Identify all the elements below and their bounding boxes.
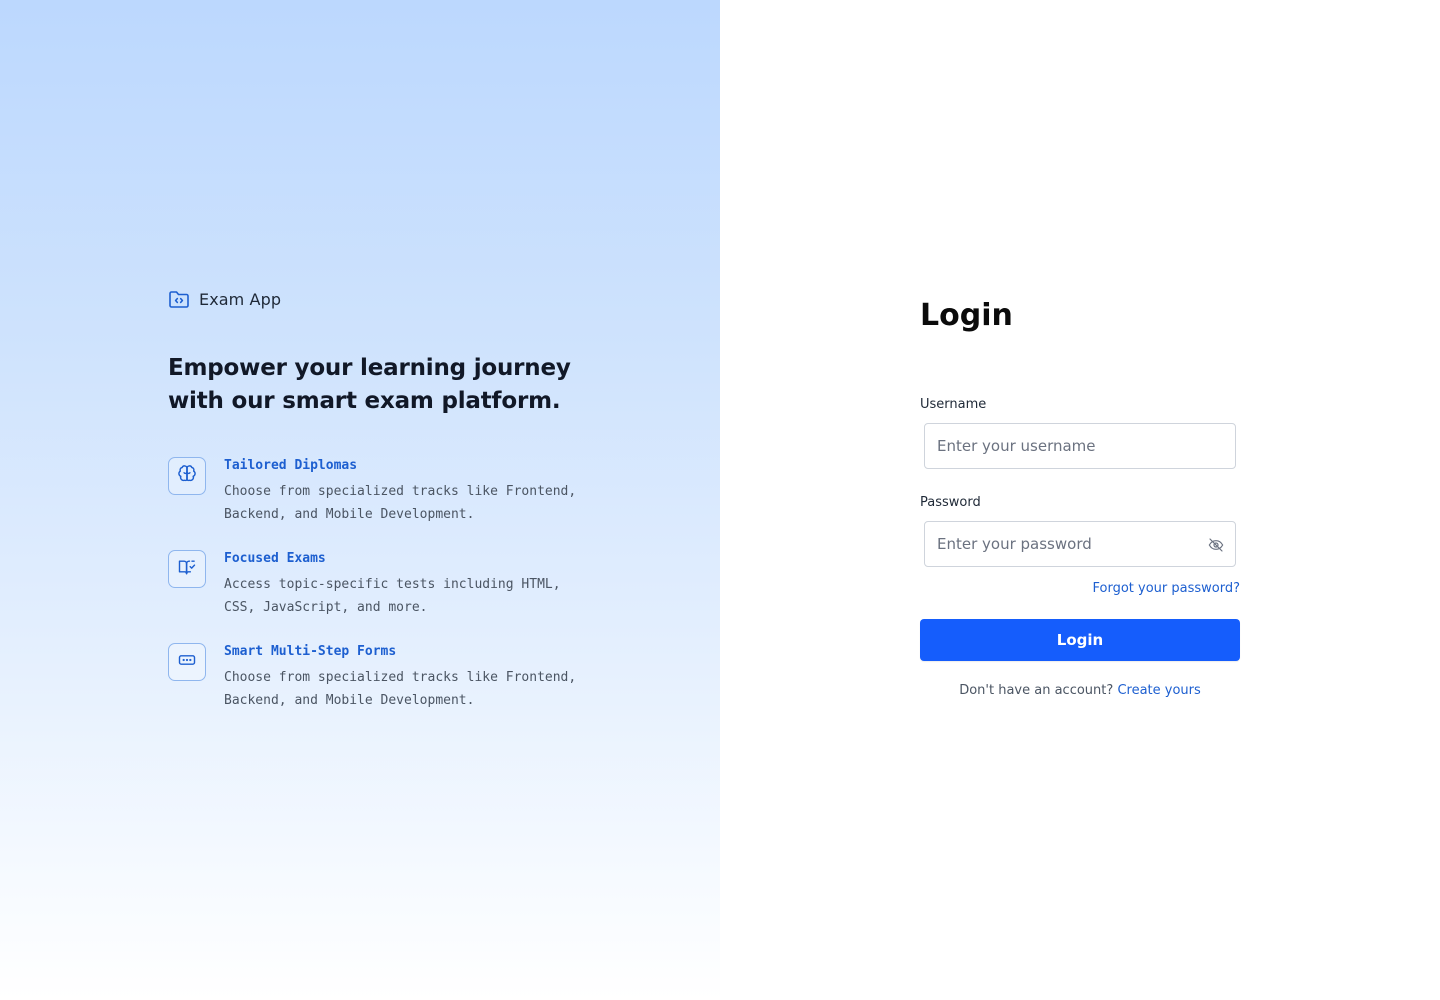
login-page: Exam App Empower your learning journey w… xyxy=(0,0,1440,1000)
feature-description: Choose from specialized tracks like Fron… xyxy=(224,670,577,708)
login-button[interactable]: Login xyxy=(920,619,1240,661)
feature-list: Tailored Diplomas Choose from specialize… xyxy=(168,456,588,735)
feature-title: Focused Exams xyxy=(224,551,326,566)
feature-icon-box xyxy=(168,550,206,588)
feature-item-smart-forms: Smart Multi-Step Forms Choose from speci… xyxy=(168,642,588,735)
feature-title: Smart Multi-Step Forms xyxy=(224,644,397,659)
hero-headline: Empower your learning journey with our s… xyxy=(168,355,571,414)
signup-prompt: Don't have an account? Create yours xyxy=(920,683,1240,698)
eye-off-icon[interactable] xyxy=(1205,534,1227,556)
feature-item-tailored-diplomas: Tailored Diplomas Choose from specialize… xyxy=(168,456,588,549)
feature-title: Tailored Diplomas xyxy=(224,458,358,473)
feature-description: Access topic-specific tests including HT… xyxy=(224,577,561,615)
create-account-link[interactable]: Create yours xyxy=(1117,683,1200,698)
forgot-password-link[interactable]: Forgot your password? xyxy=(1092,581,1240,596)
brain-icon xyxy=(177,464,197,489)
feature-icon-box xyxy=(168,643,206,681)
marketing-panel: Exam App Empower your learning journey w… xyxy=(0,0,720,1000)
password-label: Password xyxy=(920,495,981,510)
feature-item-focused-exams: Focused Exams Access topic-specific test… xyxy=(168,549,588,642)
password-field-wrapper xyxy=(924,521,1236,567)
feature-icon-box xyxy=(168,457,206,495)
form-input-icon xyxy=(177,650,197,675)
feature-description: Choose from specialized tracks like Fron… xyxy=(224,484,577,522)
username-label: Username xyxy=(920,397,987,412)
username-field-wrapper xyxy=(924,423,1236,469)
brand-name: Exam App xyxy=(199,289,282,309)
book-check-icon xyxy=(177,557,197,582)
brand: Exam App xyxy=(168,288,281,310)
folder-code-icon xyxy=(168,288,190,310)
username-input[interactable] xyxy=(925,424,1235,468)
login-panel: Login Username Password Forgot your pass… xyxy=(720,0,1440,1000)
signup-prompt-text: Don't have an account? xyxy=(959,683,1114,698)
login-title: Login xyxy=(920,298,1013,333)
password-input[interactable] xyxy=(925,522,1235,566)
